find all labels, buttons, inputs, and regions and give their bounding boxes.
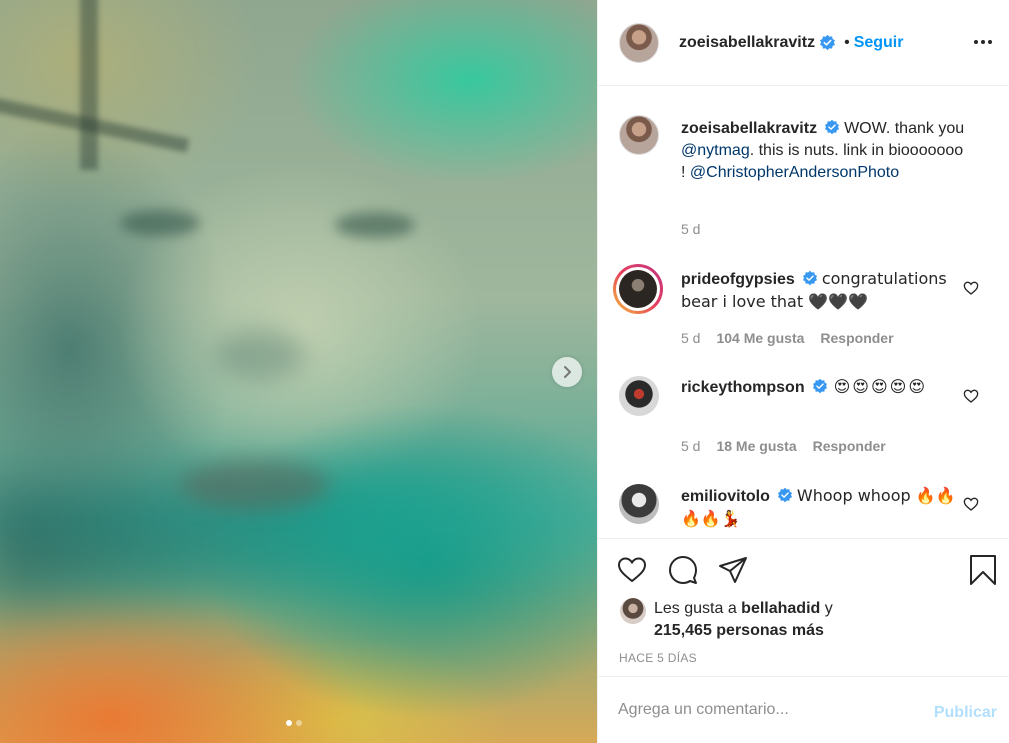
comment-avatar[interactable] — [619, 484, 659, 524]
carousel-dot-active — [286, 720, 292, 726]
caption-mention[interactable]: @ChristopherAndersonPhoto — [690, 164, 899, 181]
carousel-dot — [296, 720, 302, 726]
caption-time[interactable]: 5 d — [681, 221, 700, 237]
comment-username[interactable]: rickeythompson — [681, 379, 805, 396]
caption-text-part: WOW. thank you — [844, 120, 965, 137]
publish-button[interactable]: Publicar — [934, 704, 997, 722]
caption-mention[interactable]: @nytmag — [681, 142, 750, 159]
comment-meta: 5 d 104 Me gusta Responder — [681, 330, 894, 346]
add-comment-bar: Publicar — [598, 676, 1009, 743]
likes-text: Les gusta a bellahadid y 215,465 persona… — [654, 598, 833, 642]
post-photo[interactable] — [0, 0, 597, 743]
comments-list[interactable]: zoeisabellakravitz WOW. thank you @nytma… — [598, 87, 1009, 538]
more-options-button[interactable] — [971, 30, 995, 54]
verified-badge-icon — [812, 378, 827, 394]
verified-badge-icon — [777, 487, 792, 503]
comment-body: 😍😍😍😍😍 — [833, 377, 927, 396]
comment-reply-button[interactable]: Responder — [820, 330, 893, 346]
likes-prefix: Les gusta a — [654, 600, 742, 617]
caption-meta: 5 d — [681, 221, 700, 237]
photo-hair-strand — [80, 0, 98, 170]
comment-avatar[interactable] — [619, 376, 659, 416]
comment-likes-count[interactable]: 104 Me gusta — [716, 330, 804, 346]
follow-button[interactable]: Seguir — [854, 34, 904, 52]
caption-username[interactable]: zoeisabellakravitz — [681, 120, 817, 137]
liker-username[interactable]: bellahadid — [741, 600, 820, 617]
save-bookmark-icon[interactable] — [967, 554, 999, 586]
post-actions: Les gusta a bellahadid y 215,465 persona… — [598, 538, 1009, 676]
verified-badge-icon — [825, 119, 840, 135]
comment-reply-button[interactable]: Responder — [813, 438, 886, 454]
post-timestamp[interactable]: HACE 5 DÍAS — [619, 651, 697, 665]
comment-text: emiliovitolo Whoop whoop 🔥🔥🔥🔥💃 — [681, 485, 966, 531]
comment-input[interactable] — [618, 701, 918, 719]
caption-avatar[interactable] — [619, 115, 659, 155]
carousel-next-button[interactable] — [552, 357, 582, 387]
comment-text: prideofgypsies congratulations bear i lo… — [681, 268, 966, 314]
verified-badge-icon — [820, 34, 836, 51]
more-dot-icon — [988, 40, 992, 44]
more-dot-icon — [981, 40, 985, 44]
photo-eye — [335, 212, 415, 238]
photo-lips — [180, 460, 330, 510]
likes-suffix: y — [820, 600, 833, 617]
like-comment-heart-icon[interactable] — [963, 388, 979, 404]
verified-badge-icon — [802, 270, 817, 286]
comment-time[interactable]: 5 d — [681, 438, 700, 454]
like-comment-heart-icon[interactable] — [963, 496, 979, 512]
post-sidebar: zoeisabellakravitz • Seguir zoeisabellak… — [597, 0, 1009, 743]
share-paper-plane-icon[interactable] — [717, 554, 749, 586]
author-username[interactable]: zoeisabellakravitz — [679, 34, 815, 52]
caption-text: zoeisabellakravitz WOW. thank you @nytma… — [681, 118, 966, 184]
comment-text: rickeythompson 😍😍😍😍😍 — [681, 376, 966, 399]
carousel-indicator — [286, 720, 302, 726]
comment-time[interactable]: 5 d — [681, 330, 700, 346]
likes-count[interactable]: 215,465 personas más — [654, 622, 824, 639]
photo-nose — [215, 330, 305, 380]
likes-summary: Les gusta a bellahadid y 215,465 persona… — [620, 598, 833, 642]
liker-avatar[interactable] — [620, 598, 646, 624]
comment-likes-count[interactable]: 18 Me gusta — [716, 438, 796, 454]
like-comment-heart-icon[interactable] — [963, 280, 979, 296]
comment-username[interactable]: emiliovitolo — [681, 488, 770, 505]
more-dot-icon — [974, 40, 978, 44]
author-avatar[interactable] — [619, 22, 659, 63]
post-header: zoeisabellakravitz • Seguir — [598, 0, 1009, 86]
like-heart-icon[interactable] — [616, 554, 648, 586]
comment-bubble-icon[interactable] — [667, 554, 699, 586]
comment-avatar — [619, 270, 657, 308]
chevron-right-icon — [564, 366, 571, 378]
header-separator: • — [844, 33, 850, 51]
comment-meta: 5 d 18 Me gusta Responder — [681, 438, 886, 454]
comment-avatar-story-ring[interactable] — [613, 264, 663, 314]
photo-eye — [120, 210, 200, 236]
comment-username[interactable]: prideofgypsies — [681, 271, 795, 288]
